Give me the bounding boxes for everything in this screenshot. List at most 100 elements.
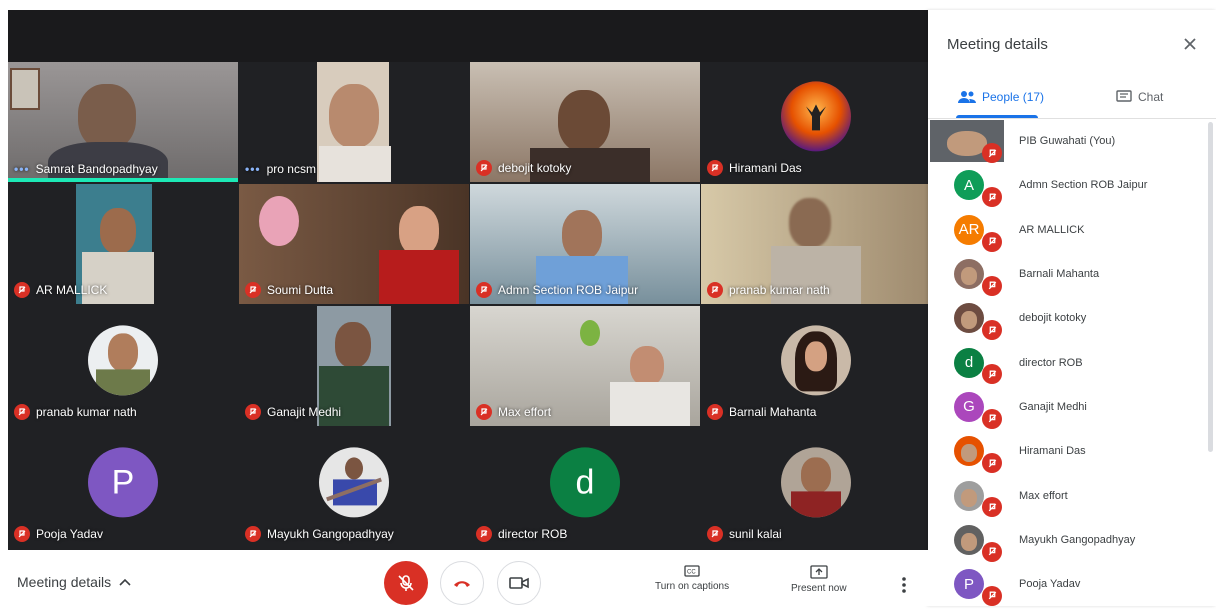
tile-name: pranab kumar nath <box>36 405 137 419</box>
participant-item[interactable]: Mayukh Gangopadhyay <box>928 518 1208 562</box>
tile-name: debojit kotoky <box>498 161 572 175</box>
tile-label: debojit kotoky <box>476 160 571 176</box>
participant-name: Pooja Yadav <box>1019 578 1081 591</box>
captions-icon: CC <box>684 565 700 577</box>
active-tab-indicator <box>956 115 1038 118</box>
tile-debojit[interactable]: debojit kotoky <box>470 62 700 182</box>
camera-icon <box>509 577 529 589</box>
tile-name: Samrat Bandopadhyay <box>35 162 158 176</box>
participant-name: Barnali Mahanta <box>1019 268 1100 281</box>
avatar-initial: AR <box>958 221 980 239</box>
tile-name: Soumi Dutta <box>267 283 334 297</box>
avatar <box>954 259 984 290</box>
mic-off-icon <box>245 282 261 298</box>
tile-director-rob[interactable]: d director ROB <box>470 428 700 548</box>
svg-text:CC: CC <box>687 570 696 576</box>
avatar <box>781 447 851 518</box>
avatar <box>954 436 984 467</box>
present-now-button[interactable]: Present now <box>791 565 847 594</box>
tile-pro-ncsm[interactable]: ••• pro ncsm <box>239 62 469 182</box>
participant-item[interactable]: A Admn Section ROB Jaipur <box>928 163 1208 208</box>
participant-name: Admn Section ROB Jaipur <box>1019 179 1148 192</box>
tile-name: pro ncsm <box>266 162 316 176</box>
bottom-toolbar: Meeting details CC Turn on captions Pres… <box>0 550 928 606</box>
participant-item[interactable]: Barnali Mahanta <box>928 252 1208 296</box>
participant-item[interactable]: Hiramani Das <box>928 429 1208 474</box>
speaking-indicator: ••• <box>14 162 30 176</box>
tile-mayukh[interactable]: Mayukh Gangopadhyay <box>239 428 469 548</box>
tile-name: Max effort <box>498 405 552 419</box>
participant-item[interactable]: AR AR MALLICK <box>928 208 1208 252</box>
participant-item[interactable]: d director ROB <box>928 340 1208 385</box>
tile-samrat[interactable]: ••• Samrat Bandopadhyay <box>8 62 238 182</box>
mic-off-icon <box>476 160 492 176</box>
avatar-photo <box>960 311 978 330</box>
mic-off-icon <box>707 404 723 420</box>
mic-off-icon <box>476 282 492 298</box>
avatar: d <box>954 347 984 378</box>
avatar <box>954 524 984 555</box>
participant-item[interactable]: PIB Guwahati (You) <box>928 119 1208 163</box>
participant-item[interactable]: debojit kotoky <box>928 296 1208 341</box>
avatar: P <box>954 569 984 600</box>
leave-call-button[interactable] <box>440 561 484 605</box>
tile-hiramani[interactable]: Hiramani Das <box>701 62 931 182</box>
participant-item[interactable]: Max effort <box>928 473 1208 518</box>
people-icon <box>958 91 976 103</box>
camera-button[interactable] <box>497 561 541 605</box>
participant-item[interactable]: P Pooja Yadav <box>928 562 1208 606</box>
tile-max-effort[interactable]: Max effort <box>470 306 700 426</box>
avatar-photo <box>960 488 978 507</box>
captions-button[interactable]: CC Turn on captions <box>655 565 729 592</box>
tab-chat-label: Chat <box>1138 90 1164 104</box>
tile-name: Ganajit Medhi <box>267 405 342 419</box>
tile-label: Pooja Yadav <box>14 526 103 542</box>
avatar-initial: d <box>575 462 595 501</box>
mic-off-icon <box>707 160 723 176</box>
tile-admn-section[interactable]: Admn Section ROB Jaipur <box>470 184 700 304</box>
mic-off-icon <box>982 541 1002 562</box>
tile-sunil[interactable]: sunil kalai <box>701 428 931 548</box>
mic-off-icon <box>245 526 261 542</box>
tile-ar-mallick[interactable]: AR MALLICK <box>8 184 238 304</box>
participant-grid: ••• Samrat Bandopadhyay ••• pro ncsm deboj… <box>8 62 931 550</box>
present-icon <box>810 565 828 579</box>
tile-name: pranab kumar nath <box>729 283 830 297</box>
avatar-initial: G <box>963 398 975 416</box>
participant-name: Mayukh Gangopadhyay <box>1019 533 1136 546</box>
avatar <box>781 81 851 152</box>
tile-barnali[interactable]: Barnali Mahanta <box>701 306 931 426</box>
more-options-icon[interactable] <box>896 574 912 596</box>
scrollbar[interactable] <box>1208 122 1213 452</box>
avatar <box>954 480 984 511</box>
avatar-photo <box>960 267 978 286</box>
meeting-details-toggle[interactable]: Meeting details <box>17 574 131 590</box>
tab-chat[interactable]: Chat <box>1116 76 1163 118</box>
avatar: A <box>954 170 984 201</box>
avatar-initial: P <box>963 575 974 593</box>
tile-pranab-avatar[interactable]: pranab kumar nath <box>8 306 238 426</box>
avatar-initial: d <box>964 354 974 372</box>
tile-label: pranab kumar nath <box>14 404 137 420</box>
tile-label: AR MALLICK <box>14 282 107 298</box>
avatar <box>781 325 851 396</box>
tile-pooja[interactable]: P Pooja Yadav <box>8 428 238 548</box>
participant-name: Hiramani Das <box>1019 445 1086 458</box>
tile-label: Admn Section ROB Jaipur <box>476 282 638 298</box>
tile-ganajit[interactable]: Ganajit Medhi <box>239 306 469 426</box>
mic-off-icon <box>982 275 1002 296</box>
tile-name: Admn Section ROB Jaipur <box>498 283 639 297</box>
mic-off-icon <box>14 526 30 542</box>
tab-people[interactable]: People (17) <box>958 76 1044 118</box>
participant-item[interactable]: G Ganajit Medhi <box>928 385 1208 429</box>
tile-label: Ganajit Medhi <box>245 404 341 420</box>
tile-label: Soumi Dutta <box>245 282 333 298</box>
mic-off-icon <box>982 585 1002 606</box>
close-icon[interactable] <box>1180 34 1200 54</box>
tile-pranab-video[interactable]: pranab kumar nath <box>701 184 931 304</box>
participants-list: PIB Guwahati (You) A Admn Section ROB Jaip… <box>928 119 1208 616</box>
mute-button[interactable] <box>384 561 428 605</box>
tile-soumi[interactable]: Soumi Dutta <box>239 184 469 304</box>
mic-off-icon <box>476 526 492 542</box>
mic-off-icon <box>707 282 723 298</box>
